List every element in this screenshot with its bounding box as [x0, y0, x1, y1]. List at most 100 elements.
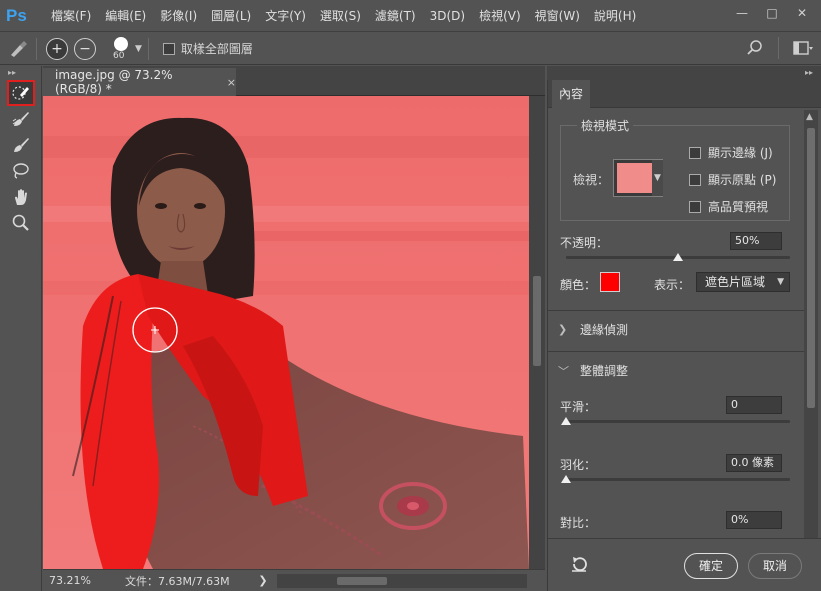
photoshop-logo: Ps — [6, 5, 27, 25]
close-button[interactable]: ✕ — [789, 4, 815, 22]
smooth-input[interactable]: 0 — [726, 396, 782, 414]
status-bar: 73.21% 文件：7.63M/7.63M ❯ — [43, 569, 545, 591]
show-dropdown-value: 遮色片區域 — [705, 275, 766, 289]
feather-slider-track[interactable] — [566, 478, 790, 481]
brush-tool[interactable] — [7, 132, 35, 158]
refine-edge-tool[interactable] — [7, 106, 35, 132]
panel-tab-bar: 內容 — [548, 80, 821, 108]
checkbox-box[interactable] — [689, 200, 701, 213]
minimize-button[interactable]: — — [729, 4, 755, 22]
options-bar: + − 60 ▼ 取樣全部圖層 — [0, 33, 821, 65]
smooth-slider-thumb[interactable] — [561, 417, 571, 425]
brush-tip-preview — [114, 36, 128, 51]
menu-edit[interactable]: 編輯(E) — [98, 0, 153, 32]
tab-properties[interactable]: 內容 — [552, 80, 590, 108]
tool-preset-picker[interactable] — [6, 37, 30, 61]
add-to-selection-button[interactable]: + — [46, 37, 68, 60]
section-divider — [548, 351, 804, 352]
tools-panel: ▸▸ — [0, 66, 42, 591]
global-refine-section[interactable]: ﹀ 整體調整 — [558, 362, 628, 379]
reset-icon[interactable] — [570, 555, 588, 573]
lasso-icon — [13, 163, 29, 179]
hand-icon — [15, 189, 27, 205]
scrollbar-thumb[interactable] — [807, 128, 815, 408]
smooth-slider-track[interactable] — [566, 420, 790, 423]
panel-scrollbar[interactable]: ▲ ▼ — [804, 110, 818, 550]
quick-selection-tool[interactable] — [7, 80, 35, 106]
show-edge-checkbox[interactable]: 顯示邊緣 (J) — [689, 144, 773, 161]
panel-collapse-icon[interactable]: ▸▸ — [547, 66, 821, 80]
scrollbar-thumb[interactable] — [533, 276, 541, 366]
maximize-button[interactable]: □ — [759, 4, 785, 22]
menu-type[interactable]: 文字(Y) — [258, 0, 313, 32]
close-icon[interactable]: × — [227, 76, 236, 89]
chevron-right-icon: ❯ — [558, 323, 568, 336]
hq-preview-label: 高品質預視 — [708, 200, 769, 214]
subtract-from-selection-button[interactable]: − — [74, 37, 96, 60]
options-separator — [778, 37, 779, 59]
canvas-horizontal-scrollbar[interactable] — [277, 573, 527, 588]
feather-label: 羽化： — [560, 458, 597, 472]
feather-slider-thumb[interactable] — [561, 475, 571, 483]
opacity-input[interactable]: 50% — [730, 232, 782, 250]
menu-3d[interactable]: 3D(D) — [423, 0, 472, 32]
feather-input[interactable]: 0.0 像素 — [726, 454, 782, 472]
zoom-icon — [12, 214, 29, 231]
show-edge-label: 顯示邊緣 (J) — [708, 146, 773, 160]
menu-bar: Ps 檔案(F) 編輯(E) 影像(I) 圖層(L) 文字(Y) 選取(S) 濾… — [0, 0, 821, 32]
hand-tool[interactable] — [7, 184, 35, 210]
opacity-slider-thumb[interactable] — [673, 253, 683, 261]
menu-help[interactable]: 說明(H) — [587, 0, 643, 32]
show-dropdown[interactable]: 遮色片區域 ▼ — [696, 272, 790, 292]
overlay-color-swatch[interactable] — [600, 272, 620, 292]
options-right-group — [746, 37, 813, 59]
edge-detection-label: 邊緣偵測 — [580, 323, 629, 337]
workspace-icon[interactable] — [793, 40, 813, 56]
chevron-down-icon[interactable]: ▼ — [135, 44, 142, 54]
cancel-button[interactable]: 取消 — [748, 553, 802, 579]
hq-preview-checkbox[interactable]: 高品質預視 — [689, 198, 768, 215]
checkbox-box[interactable] — [689, 146, 701, 159]
window-controls: — □ ✕ — [729, 4, 815, 22]
zoom-level[interactable]: 73.21% — [43, 574, 103, 587]
document-info: 文件：7.63M/7.63M — [125, 574, 230, 588]
panel-footer: 確定 取消 — [548, 538, 821, 591]
menu-layer[interactable]: 圖層(L) — [204, 0, 258, 32]
menu-window[interactable]: 視窗(W) — [528, 0, 587, 32]
search-icon[interactable] — [746, 39, 764, 57]
sample-all-layers-checkbox[interactable]: 取樣全部圖層 — [162, 40, 253, 57]
checkbox-box[interactable] — [162, 42, 175, 55]
document-tab-title: image.jpg @ 73.2% (RGB/8) * — [55, 68, 173, 96]
show-original-checkbox[interactable]: 顯示原點 (P) — [689, 171, 776, 188]
refine-edge-brush-icon — [12, 112, 29, 126]
canvas-vertical-scrollbar[interactable] — [529, 96, 545, 569]
brush-picker[interactable]: 60 — [109, 34, 133, 64]
menu-view[interactable]: 檢視(V) — [472, 0, 528, 32]
menu-filter[interactable]: 濾鏡(T) — [368, 0, 423, 32]
checkbox-box[interactable] — [689, 173, 701, 186]
document-tab[interactable]: image.jpg @ 73.2% (RGB/8) * × — [43, 68, 236, 96]
show-label: 表示： — [654, 278, 691, 292]
color-label: 顏色： — [560, 278, 597, 292]
chevron-right-icon[interactable]: ❯ — [253, 574, 273, 587]
toolbar-collapse-icon[interactable]: ▸▸ — [0, 66, 41, 80]
options-separator — [36, 37, 37, 60]
quick-selection-brush-icon — [11, 40, 27, 57]
zoom-tool[interactable] — [7, 210, 35, 236]
scrollbar-thumb[interactable] — [337, 576, 387, 585]
view-mode-picker[interactable]: ▼ — [613, 159, 663, 197]
lasso-tool[interactable] — [7, 158, 35, 184]
menu-file[interactable]: 檔案(F) — [44, 0, 98, 32]
ok-button[interactable]: 確定 — [684, 553, 738, 579]
edge-detection-section[interactable]: ❯ 邊緣偵測 — [558, 321, 628, 338]
section-divider — [548, 310, 804, 311]
document-canvas[interactable] — [43, 96, 529, 569]
brush-icon — [14, 138, 29, 152]
menu-image[interactable]: 影像(I) — [153, 0, 204, 32]
menu-select[interactable]: 選取(S) — [313, 0, 368, 32]
chevron-up-icon[interactable]: ▲ — [806, 112, 813, 122]
contrast-label: 對比： — [560, 516, 597, 530]
contrast-input[interactable]: 0% — [726, 511, 782, 529]
chevron-down-icon[interactable]: ▼ — [652, 160, 663, 196]
photo-with-red-overlay — [43, 96, 529, 569]
